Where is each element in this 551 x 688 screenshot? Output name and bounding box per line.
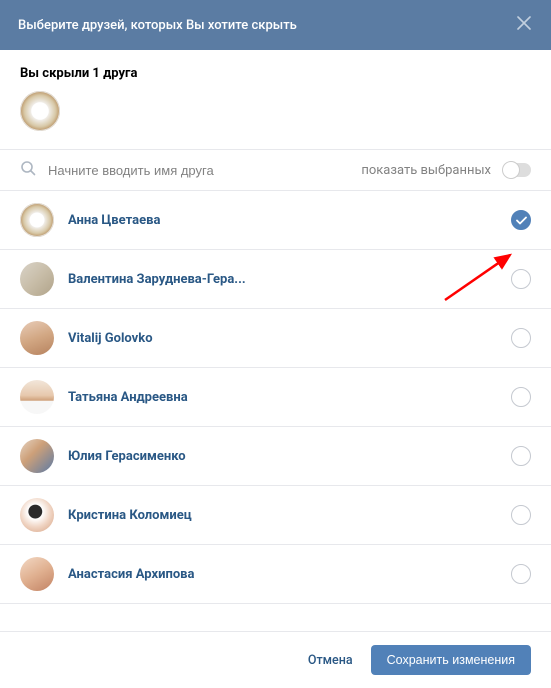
search-icon — [20, 160, 36, 180]
friend-row[interactable]: Анастасия Архипова — [0, 545, 551, 604]
show-selected-label: показать выбранных — [361, 163, 491, 178]
show-selected-toggle[interactable] — [503, 163, 531, 177]
avatar — [20, 262, 54, 296]
avatar — [20, 380, 54, 414]
hidden-friends-avatars — [20, 91, 531, 145]
hidden-friends-summary: Вы скрыли 1 друга — [0, 50, 551, 149]
friend-name: Vitalij Golovko — [68, 331, 511, 346]
friend-row[interactable]: Татьяна Андреевна — [0, 368, 551, 427]
friend-name: Татьяна Андреевна — [68, 390, 511, 405]
friends-list: Анна Цветаева Валентина Заруднева-Гера...… — [0, 191, 551, 604]
friend-row[interactable]: Юлия Герасименко — [0, 427, 551, 486]
checkmark-icon[interactable] — [511, 210, 531, 230]
radio-unchecked[interactable] — [511, 387, 531, 407]
cancel-button[interactable]: Отмена — [308, 653, 353, 668]
avatar[interactable] — [20, 91, 60, 131]
avatar — [20, 498, 54, 532]
friend-row[interactable]: Анна Цветаева — [0, 191, 551, 250]
friend-name: Валентина Заруднева-Гера... — [68, 272, 511, 287]
friend-name: Юлия Герасименко — [68, 449, 511, 464]
modal-title: Выберите друзей, которых Вы хотите скрыт… — [18, 18, 297, 33]
radio-unchecked[interactable] — [511, 564, 531, 584]
avatar — [20, 321, 54, 355]
friend-row[interactable]: Кристина Коломиец — [0, 486, 551, 545]
radio-unchecked[interactable] — [511, 505, 531, 525]
search-input[interactable] — [48, 163, 349, 178]
radio-unchecked[interactable] — [511, 269, 531, 289]
close-icon[interactable] — [515, 14, 533, 36]
modal-header: Выберите друзей, которых Вы хотите скрыт… — [0, 0, 551, 50]
friend-row[interactable]: Vitalij Golovko — [0, 309, 551, 368]
avatar — [20, 439, 54, 473]
radio-unchecked[interactable] — [511, 328, 531, 348]
avatar — [20, 203, 54, 237]
modal-footer: Отмена Сохранить изменения — [0, 631, 551, 688]
radio-unchecked[interactable] — [511, 446, 531, 466]
friend-row[interactable]: Валентина Заруднева-Гера... — [0, 250, 551, 309]
avatar — [20, 557, 54, 591]
hidden-friends-title: Вы скрыли 1 друга — [20, 66, 531, 81]
search-row: показать выбранных — [0, 149, 551, 191]
friend-name: Анастасия Архипова — [68, 567, 511, 582]
friend-name: Анна Цветаева — [68, 213, 511, 228]
friend-name: Кристина Коломиец — [68, 508, 511, 523]
save-button[interactable]: Сохранить изменения — [371, 645, 531, 675]
